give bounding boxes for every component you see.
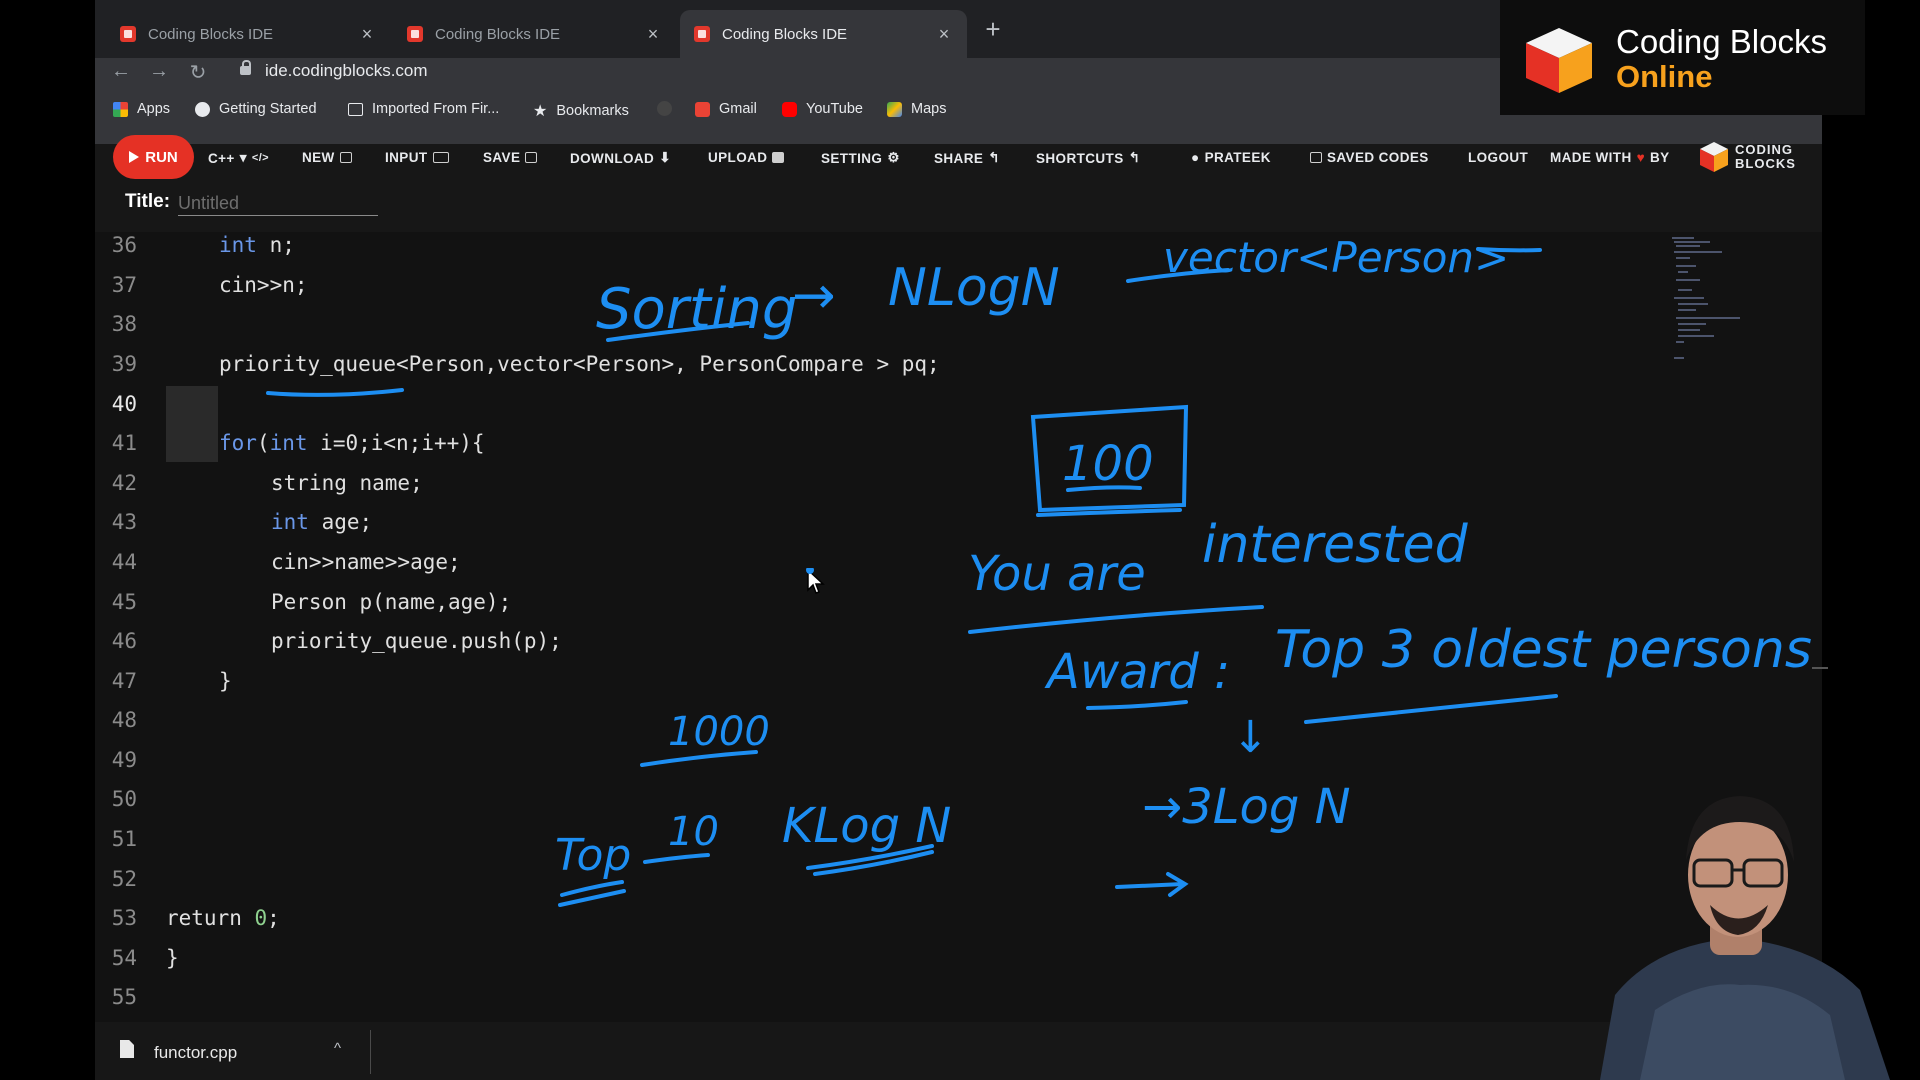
underline-you-are-interested: [968, 605, 1264, 634]
note-sorting: Sorting: [596, 277, 797, 342]
note-award: Award :: [1044, 644, 1230, 700]
note-nlogn: NLogN: [888, 258, 1060, 318]
note-top3-oldest: Top 3 oldest persons: [1275, 620, 1812, 680]
note-klogn: KLog N: [782, 798, 951, 854]
brand-title: Coding Blocks: [1616, 23, 1827, 60]
arrow-bottom-icon: [1115, 872, 1189, 897]
note-vector-person: vector<Person>: [1163, 233, 1509, 282]
instructor-webcam: [1600, 796, 1890, 1080]
note-arrow-1: →: [792, 266, 836, 326]
underline-10: [643, 853, 710, 864]
underline-top3: [1304, 694, 1558, 724]
note-interested: interested: [1202, 515, 1469, 575]
underline-award: [1086, 700, 1188, 710]
underline-priority-queue: [266, 388, 404, 397]
brand-subtitle: Online: [1616, 59, 1713, 94]
note-you-are: You are: [968, 546, 1146, 602]
note-10: 10: [668, 809, 719, 855]
note-100: 100: [1062, 436, 1154, 492]
note-top: Top: [555, 830, 631, 881]
video-frame: Coding Blocks IDE × Coding Blocks IDE × …: [0, 0, 1920, 1080]
mouse-pointer-icon: [806, 568, 825, 594]
note-down-arrow: ↓: [1232, 712, 1269, 763]
note-1000: 1000: [668, 709, 770, 755]
note-3logn: →3Log N: [1142, 779, 1351, 835]
coding-blocks-cube-icon: [1526, 28, 1592, 93]
